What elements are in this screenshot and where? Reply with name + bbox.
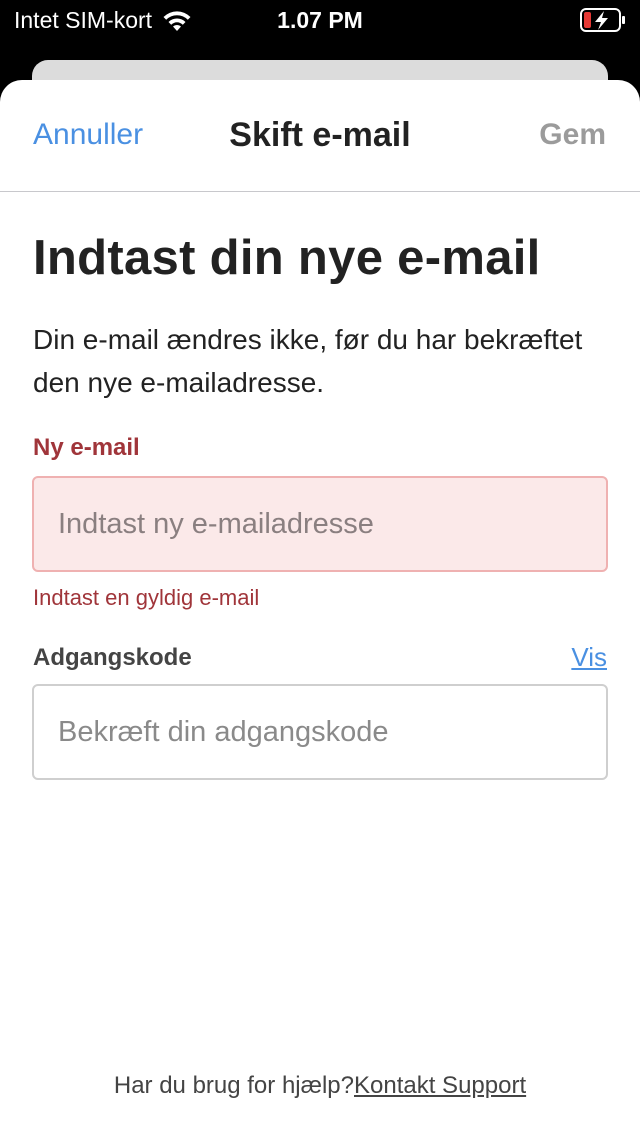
password-input[interactable] [32, 684, 608, 780]
help-footer: Har du brug for hjælp?Kontakt Support [0, 1072, 640, 1100]
help-text: Har du brug for hjælp? [113, 1072, 354, 1099]
contact-support-link[interactable]: Kontakt Support [354, 1072, 526, 1099]
status-time: 1.07 PM [277, 7, 363, 33]
password-field-label: Adgangskode [33, 644, 192, 671]
change-email-sheet: Annuller Skift e-mail Gem Indtast din ny… [0, 80, 640, 1136]
email-field-label: Ny e-mail [33, 434, 140, 461]
form-description: Din e-mail ændres ikke, før du har bekræ… [33, 324, 583, 398]
show-password-link[interactable]: Vis [571, 642, 607, 673]
navigation-bar: Annuller Skift e-mail Gem [0, 80, 640, 192]
status-bar: Intet SIM-kort 1.07 PM [0, 0, 640, 40]
email-error-message: Indtast en gyldig e-mail [33, 585, 260, 610]
battery-charging-icon [580, 8, 625, 32]
new-email-input[interactable] [32, 476, 608, 572]
form-heading: Indtast din nye e-mail [33, 231, 541, 285]
save-button[interactable]: Gem [539, 118, 606, 152]
